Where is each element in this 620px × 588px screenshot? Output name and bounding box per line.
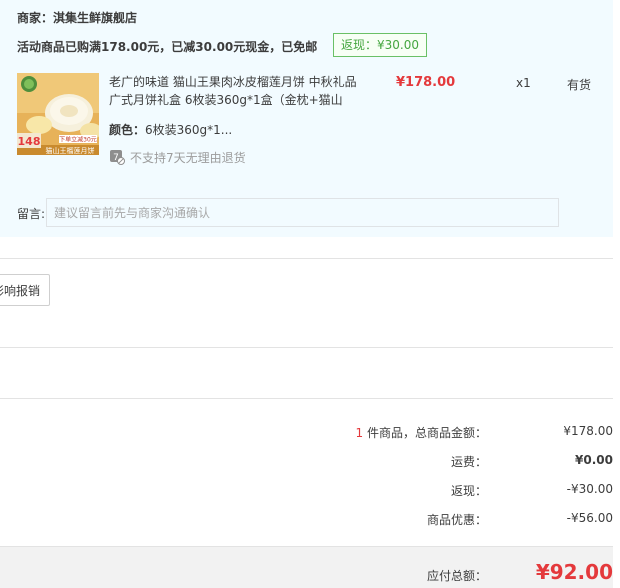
cashback-label: 返现： [450, 484, 487, 498]
image-sub-text: 下单立减30元 [59, 136, 97, 144]
cashback-badge: 返现：¥30.00 [333, 33, 427, 57]
payable-value: ¥92.00 [535, 560, 613, 584]
return-policy: 7 不支持7天无理由退货 [109, 149, 246, 165]
spec-key: 颜色： [109, 123, 146, 137]
goods-count-label: 1 件商品，总商品金额： [355, 426, 487, 440]
payable-total-bar: 应付总额： ¥92.00 [0, 546, 613, 588]
product-title[interactable]: 老广的味道 猫山王果肉冰皮榴莲月饼 中秋礼品广式月饼礼盒 6枚装360g*1盒（… [109, 73, 359, 109]
shop-label: 商家： [17, 11, 54, 25]
payable-label: 应付总额： [426, 569, 487, 583]
section-divider [0, 258, 613, 259]
product-spec: 颜色：6枚装360g*1... [109, 121, 232, 138]
discount-value: -¥56.00 [566, 511, 613, 525]
memo-label: 留言: [17, 207, 46, 221]
section-divider [0, 398, 613, 399]
shipping-label: 运费： [450, 455, 487, 469]
discount-label: 商品优惠： [426, 513, 487, 527]
product-thumbnail[interactable]: 148 下单立减30元 猫山王榴莲月饼 [17, 73, 99, 155]
reimburse-button[interactable]: 影响报销 [0, 274, 50, 306]
section-divider [0, 347, 613, 348]
summary-goods-total: 1 件商品，总商品金额： ¥178.00 [300, 424, 613, 442]
shipping-value: ¥0.00 [575, 453, 613, 467]
mooncake-image-icon: 148 下单立减30元 猫山王榴莲月饼 [17, 73, 99, 155]
item-price: ¥178.00 [396, 75, 456, 90]
summary-shipping: 运费： ¥0.00 [300, 453, 613, 471]
order-item-block: 商家：淇集生鲜旗舰店 活动商品已购满178.00元，已减30.00元现金，已免邮… [0, 0, 613, 237]
promo-text: 活动商品已购满178.00元，已减30.00元现金，已免邮 [17, 40, 318, 54]
return-policy-text: 不支持7天无理由退货 [130, 150, 246, 165]
summary-discount: 商品优惠： -¥56.00 [300, 511, 613, 529]
summary-cashback: 返现： -¥30.00 [300, 482, 613, 500]
spec-value: 6枚装360g*1... [145, 123, 233, 137]
item-quantity: x1 [516, 76, 531, 90]
cashback-value: -¥30.00 [566, 482, 613, 496]
stock-status: 有货 [567, 78, 592, 92]
shop-link[interactable]: 淇集生鲜旗舰店 [53, 11, 137, 25]
no-return-icon: 7 [109, 149, 125, 165]
goods-total-value: ¥178.00 [563, 424, 613, 438]
memo-input[interactable] [46, 198, 559, 227]
image-banner-text: 猫山王榴莲月饼 [46, 146, 95, 155]
shop-name: 商家：淇集生鲜旗舰店 [17, 9, 137, 26]
goods-count: 1 [355, 426, 364, 440]
image-price-text: 148 [18, 135, 41, 148]
